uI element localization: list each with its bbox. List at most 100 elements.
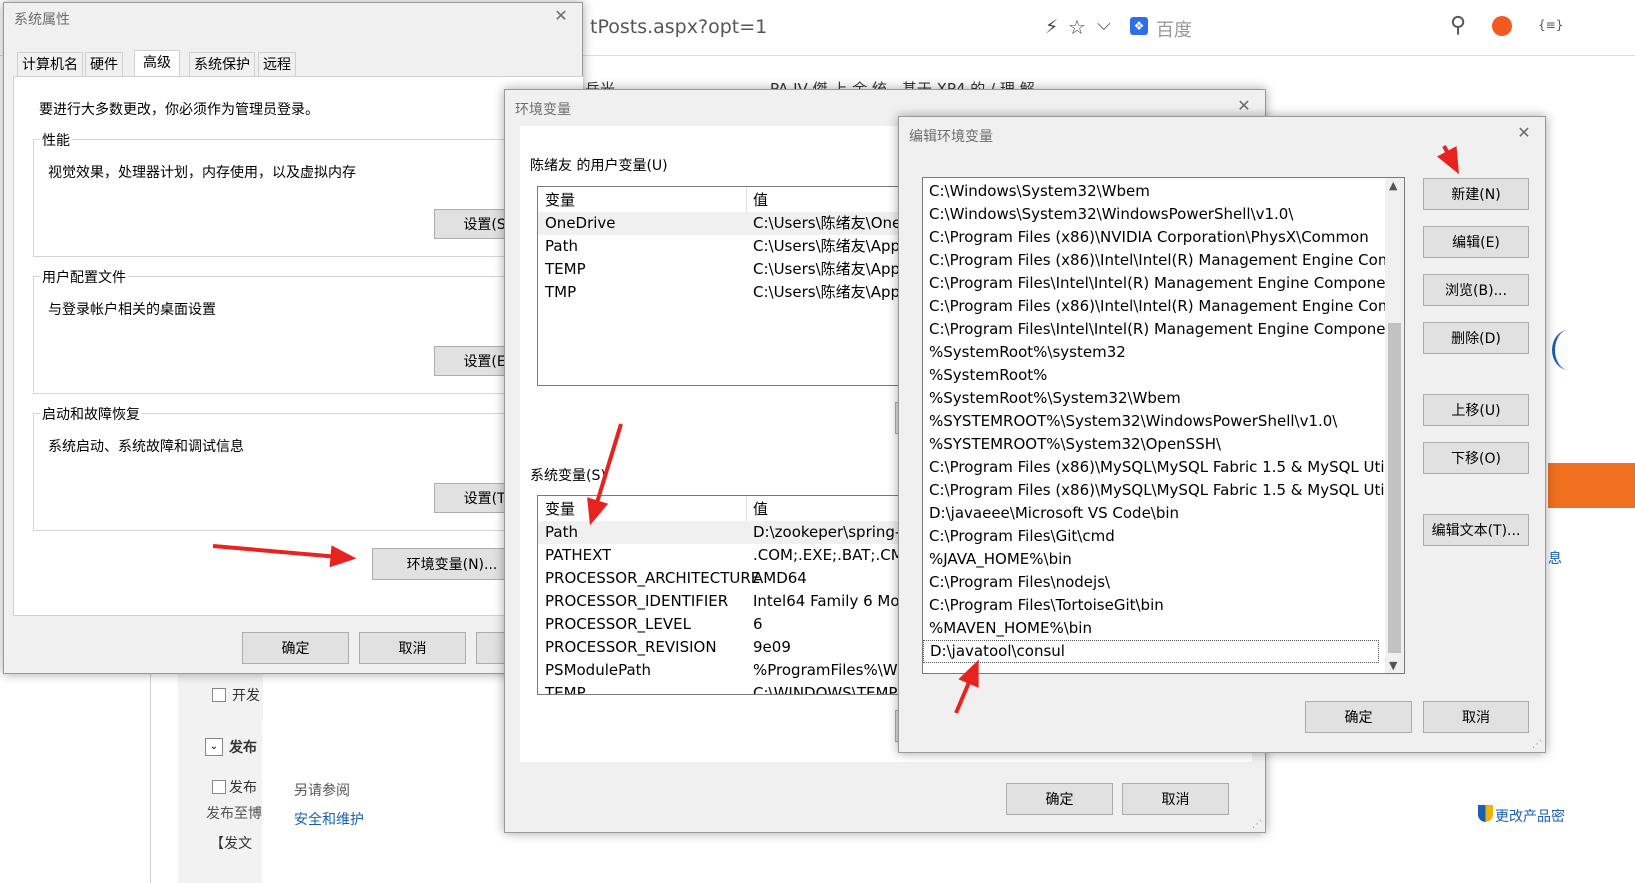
list-item[interactable]: C:\Program Files (x86)\MySQL\MySQL Fabri…	[923, 479, 1404, 502]
list-item[interactable]: Path C:\Users\陈绪友\AppD	[538, 235, 956, 258]
user-profile-label: 用户配置文件	[40, 267, 128, 287]
user-profile-desc: 与登录帐户相关的桌面设置	[48, 302, 216, 318]
startup-recovery-label: 启动和故障恢复	[40, 404, 142, 424]
list-item[interactable]: %JAVA_HOME%\bin	[923, 548, 1072, 571]
extension-label[interactable]: {≡}	[1538, 18, 1563, 32]
tab-advanced[interactable]: 高级	[134, 50, 180, 77]
column-value[interactable]: 值	[753, 189, 768, 212]
list-item[interactable]: C:\Windows\System32\WindowsPowerShell\v1…	[923, 203, 1293, 226]
user-vars-label: 陈绪友 的用户变量(U)	[530, 158, 668, 174]
see-also-label: 另请参阅	[294, 783, 350, 799]
list-item[interactable]: C:\Program Files\Intel\Intel(R) Manageme…	[923, 318, 1404, 341]
column-value[interactable]: 值	[753, 498, 768, 521]
list-item[interactable]: %SystemRoot%\system32	[923, 341, 1126, 364]
search-placeholder[interactable]: 百度	[1156, 16, 1192, 42]
list-item[interactable]: PATHEXT .COM;.EXE;.BAT;.CMD	[538, 544, 956, 567]
edit-environment-variable-dialog: 编辑环境变量 ✕ C:\Windows\System32\Wbem C:\Win…	[898, 116, 1546, 753]
tab-remote[interactable]: 远程	[258, 52, 296, 76]
resize-grip-icon[interactable]: ⋰	[1532, 739, 1542, 750]
sysprops-ok-button[interactable]: 确定	[242, 632, 349, 664]
publish-label: 发布	[229, 740, 257, 756]
list-item[interactable]: D:\javaeee\Microsoft VS Code\bin	[923, 502, 1179, 525]
list-header[interactable]: 变量 值	[538, 189, 956, 212]
column-variable[interactable]: 变量	[545, 189, 575, 212]
env-vars-title: 环境变量	[515, 102, 571, 118]
address-bar-text[interactable]: tPosts.aspx?opt=1	[590, 16, 767, 38]
resize-grip-icon[interactable]: ⋰	[1252, 819, 1262, 830]
control-panel-strip	[262, 720, 505, 883]
browse-button[interactable]: 浏览(B)...	[1423, 274, 1529, 306]
list-item[interactable]: %SYSTEMROOT%\System32\OpenSSH\	[923, 433, 1221, 456]
list-item[interactable]: TEMP C:\WINDOWS\TEMP	[538, 682, 956, 694]
startup-recovery-desc: 系统启动、系统故障和调试信息	[48, 439, 244, 455]
scroll-up-icon[interactable]: ▲	[1389, 179, 1397, 192]
move-up-button[interactable]: 上移(U)	[1423, 394, 1529, 426]
column-variable[interactable]: 变量	[545, 498, 575, 521]
publish-to-text: 发布至博	[206, 806, 262, 822]
tab-panel: 要进行大多数更改，你必须作为管理员登录。 性能 视觉效果，处理器计划，内存使用，…	[13, 76, 593, 616]
new-button[interactable]: 新建(N)	[1423, 178, 1529, 210]
list-item[interactable]: OneDrive C:\Users\陈绪友\OneD	[538, 212, 956, 235]
path-entries-list[interactable]: C:\Windows\System32\Wbem C:\Windows\Syst…	[922, 177, 1405, 674]
env-cancel-button[interactable]: 取消	[1122, 783, 1229, 815]
list-item[interactable]: %SystemRoot%	[923, 364, 1047, 387]
column-divider	[746, 187, 747, 212]
edit-ok-button[interactable]: 确定	[1305, 701, 1412, 733]
right-circle-icon	[1552, 330, 1585, 370]
close-icon[interactable]: ✕	[1233, 95, 1255, 117]
user-vars-list[interactable]: 变量 值 OneDrive C:\Users\陈绪友\OneD Path C:\…	[537, 186, 957, 386]
edit-text-button[interactable]: 编辑文本(T)...	[1423, 514, 1529, 546]
search-icon[interactable]: ⚲	[1450, 13, 1466, 38]
scrollbar[interactable]: ▲ ▼	[1385, 178, 1404, 673]
column-divider	[746, 496, 747, 521]
list-item[interactable]: C:\Program Files (x86)\Intel\Intel(R) Ma…	[923, 249, 1404, 272]
edit-button[interactable]: 编辑(E)	[1423, 226, 1529, 258]
move-down-button[interactable]: 下移(O)	[1423, 442, 1529, 474]
list-item[interactable]: %SystemRoot%\System32\Wbem	[923, 387, 1181, 410]
sysprops-cancel-button[interactable]: 取消	[359, 632, 466, 664]
right-text: 息	[1548, 551, 1562, 567]
tab-computer-name[interactable]: 计算机名	[17, 52, 83, 76]
list-item[interactable]: C:\Program Files\nodejs\	[923, 571, 1110, 594]
scrollbar-thumb[interactable]	[1388, 323, 1401, 653]
env-ok-button[interactable]: 确定	[1006, 783, 1113, 815]
list-item[interactable]: C:\Program Files\TortoiseGit\bin	[923, 594, 1164, 617]
list-item[interactable]: C:\Program Files\Git\cmd	[923, 525, 1115, 548]
list-item[interactable]: C:\Windows\System32\Wbem	[923, 180, 1150, 203]
scroll-down-icon[interactable]: ▼	[1389, 659, 1397, 672]
list-item[interactable]: D:\javatool\consul	[923, 640, 1379, 663]
list-item[interactable]: PSModulePath %ProgramFiles%\Win	[538, 659, 956, 682]
close-icon[interactable]: ✕	[550, 5, 572, 27]
baidu-icon: ❖	[1130, 17, 1148, 35]
list-item[interactable]: C:\Program Files\Intel\Intel(R) Manageme…	[923, 272, 1404, 295]
change-product-link[interactable]: 更改产品密	[1495, 806, 1565, 826]
star-icon[interactable]: ☆	[1068, 15, 1086, 39]
delete-button[interactable]: 删除(D)	[1423, 322, 1529, 354]
close-icon[interactable]: ✕	[1513, 122, 1535, 144]
extension-icon[interactable]	[1492, 16, 1512, 36]
list-item[interactable]: C:\Program Files (x86)\Intel\Intel(R) Ma…	[923, 295, 1404, 318]
lightning-icon[interactable]: ⚡	[1045, 16, 1058, 38]
security-link[interactable]: 安全和维护	[294, 809, 364, 829]
list-item[interactable]: %SYSTEMROOT%\System32\WindowsPowerShell\…	[923, 410, 1337, 433]
publish-toggle-icon[interactable]: ⌄	[205, 738, 223, 756]
edit-env-title: 编辑环境变量	[909, 129, 993, 145]
list-item[interactable]: C:\Program Files (x86)\MySQL\MySQL Fabri…	[923, 456, 1404, 479]
list-item[interactable]: PROCESSOR_REVISION 9e09	[538, 636, 956, 659]
edit-cancel-button[interactable]: 取消	[1423, 701, 1529, 733]
tab-hardware[interactable]: 硬件	[85, 52, 123, 76]
list-item[interactable]: PROCESSOR_IDENTIFIER Intel64 Family 6 Mo…	[538, 590, 956, 613]
checkbox-publish-label: 发布	[229, 780, 257, 796]
chevron-down-icon[interactable]: ⌵	[1097, 14, 1111, 35]
list-item[interactable]: TEMP C:\Users\陈绪友\AppD	[538, 258, 956, 281]
tab-system-protection[interactable]: 系统保护	[189, 52, 255, 76]
publish-bracket-text: 【发文	[210, 836, 252, 852]
list-item[interactable]: C:\Program Files (x86)\NVIDIA Corporatio…	[923, 226, 1369, 249]
list-item[interactable]: %MAVEN_HOME%\bin	[923, 617, 1092, 640]
right-orange-block	[1548, 463, 1635, 508]
list-item[interactable]: TMP C:\Users\陈绪友\AppD	[538, 281, 956, 304]
list-item[interactable]: PROCESSOR_ARCHITECTURE AMD64	[538, 567, 956, 590]
checkbox-publish[interactable]	[212, 780, 226, 794]
checkbox-develop[interactable]	[212, 688, 226, 702]
list-item[interactable]: PROCESSOR_LEVEL 6	[538, 613, 956, 636]
